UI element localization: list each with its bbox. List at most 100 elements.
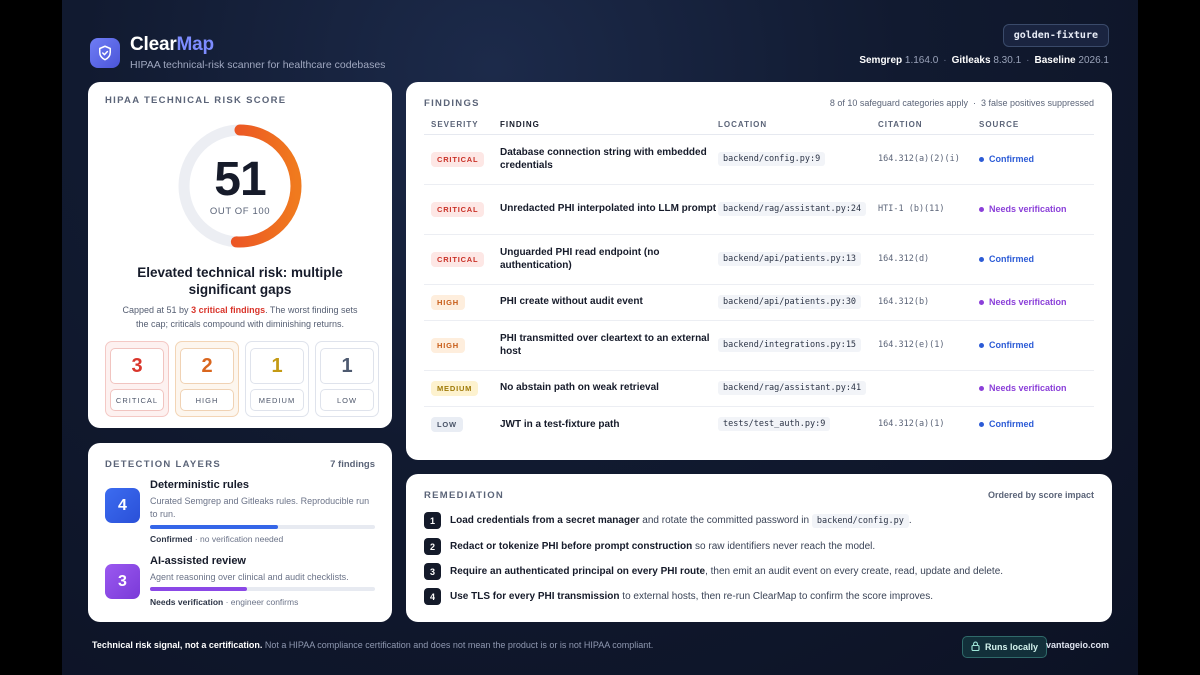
layer-ai-review: 3 AI-assisted review Agent reasoning ove… (105, 555, 375, 619)
severity-count-critical: 3 CRITICAL (105, 341, 169, 417)
finding-severity: HIGH (424, 284, 494, 321)
finding-location: backend/config.py:9 (718, 134, 878, 185)
risk-score-card: HIPAA TECHNICAL RISK SCORE 51 OUT OF 100… (88, 82, 392, 428)
remediation-order-note: Ordered by score impact (987, 490, 1094, 500)
status-dot-icon (979, 257, 984, 263)
status-dot-icon (979, 300, 984, 306)
remediation-step: 2 Redact or tokenize PHI before prompt c… (424, 538, 875, 555)
layer-title: Deterministic rules (150, 479, 250, 491)
finding-source: Needs verification (979, 284, 1094, 321)
layer-deterministic: 4 Deterministic rules Curated Semgrep an… (105, 479, 375, 549)
findings-title: FINDINGS (424, 98, 480, 109)
finding-location: tests/test_auth.py:9 (718, 406, 878, 442)
remediation-card: REMEDIATION Ordered by score impact 1 Lo… (406, 474, 1112, 622)
finding-source: Confirmed (979, 320, 1094, 371)
column-header-citation: CITATION (878, 116, 979, 135)
column-header-severity: SEVERITY (424, 116, 494, 135)
layer-title: AI-assisted review (150, 555, 246, 567)
finding-citation: 164.312(d) (878, 234, 979, 285)
finding-location: backend/rag/assistant.py:41 (718, 370, 878, 407)
finding-title: JWT in a test-fixture path (500, 418, 620, 430)
findings-card: FINDINGS 8 of 10 safeguard categories ap… (406, 82, 1112, 460)
finding-source: Confirmed (979, 406, 1094, 442)
finding-citation: 164.312(e)(1) (878, 320, 979, 371)
finding-location: backend/rag/assistant.py:24 (718, 184, 878, 235)
finding-row[interactable]: HIGH PHI create without audit event backen… (424, 284, 1094, 321)
detection-layers-title: DETECTION LAYERS (105, 459, 221, 470)
status-dot-icon (979, 422, 984, 428)
finding-source: Needs verification (979, 370, 1094, 407)
site-link[interactable]: vantageio.com (1046, 640, 1109, 650)
finding-title: No abstain path on weak retrieval (494, 370, 718, 407)
severity-count-low: 1 LOW (315, 341, 379, 417)
status-dot-icon (979, 386, 984, 392)
finding-severity: CRITICAL (424, 234, 494, 285)
finding-title: Database connection string with embedded… (494, 134, 718, 185)
column-header-source: SOURCE (979, 116, 1094, 135)
risk-score-out-of: OUT OF 100 (209, 206, 271, 217)
remediation-title: REMEDIATION (424, 490, 505, 501)
runs-locally-badge: Runs locally (962, 636, 1048, 658)
finding-source: Confirmed (979, 134, 1094, 185)
layer-count-badge: 3 (105, 564, 140, 599)
finding-row[interactable]: HIGH PHI transmitted over cleartext to an… (424, 320, 1094, 371)
finding-severity: CRITICAL (424, 134, 494, 185)
tool-versions: Semgrep 1.164.0 · Gitleaks 8.30.1 · Baseline… (859, 55, 1109, 66)
remediation-step: 4 Use TLS for every PHI transmission to … (424, 588, 933, 605)
finding-title: PHI create without audit event (494, 284, 718, 321)
finding-citation: 164.312(a)(2)(i) (878, 134, 979, 185)
detection-layers-card: DETECTION LAYERS 7 findings 4 Determinis… (88, 443, 392, 622)
finding-row[interactable]: CRITICAL Unguarded PHI read endpoint (no … (424, 234, 1094, 285)
column-header-finding: FINDING (494, 116, 718, 135)
finding-source: Confirmed (979, 234, 1094, 285)
remediation-step: 3 Require an authenticated principal on … (424, 563, 1003, 580)
finding-severity: MEDIUM (424, 370, 494, 407)
finding-severity: CRITICAL (424, 184, 494, 235)
finding-title: Unredacted PHI interpolated into LLM pro… (494, 184, 718, 235)
severity-counts: 3 CRITICAL 2 HIGH 1 MEDIUM 1 LOW (105, 341, 379, 417)
app-title: ClearMap (130, 34, 214, 55)
layer-status: Needs verification · engineer confirms (150, 597, 299, 607)
finding-row[interactable]: CRITICAL Unredacted PHI interpolated into… (424, 184, 1094, 235)
finding-row[interactable]: LOW JWT in a test-fixture path tests/test_… (424, 406, 1094, 442)
fixture-badge: golden-fixture (1002, 24, 1109, 47)
remediation-step: 1 Load credentials from a secret manager… (424, 512, 912, 529)
finding-citation: 164.312(b) (878, 284, 979, 321)
finding-row[interactable]: CRITICAL Database connection string with … (424, 134, 1094, 185)
status-dot-icon (979, 157, 984, 163)
layer-count-badge: 4 (105, 488, 140, 523)
risk-score-value: 51 (214, 153, 266, 206)
brand: ClearMap HIPAA technical-risk scanner fo… (90, 34, 385, 71)
status-dot-icon (979, 343, 984, 349)
finding-citation (878, 370, 979, 407)
finding-severity: HIGH (424, 320, 494, 371)
layer-progress-bar (150, 525, 375, 529)
risk-score-gauge: 51 OUT OF 100 (176, 122, 304, 250)
finding-location: backend/integrations.py:15 (718, 320, 878, 371)
finding-severity: LOW (424, 406, 494, 442)
column-header-location: LOCATION (718, 116, 878, 135)
findings-summary: 8 of 10 safeguard categories apply · 3 fal… (829, 98, 1094, 108)
finding-source: Needs verification (979, 184, 1094, 235)
risk-score-title: HIPAA TECHNICAL RISK SCORE (105, 95, 287, 106)
score-cap-note: Capped at 51 by 3 critical findings. The… (122, 305, 358, 329)
severity-count-high: 2 HIGH (175, 341, 239, 417)
layer-progress-bar (150, 587, 375, 591)
layer-description: Agent reasoning over clinical and audit … (150, 572, 349, 582)
layer-description: Curated Semgrep and Gitleaks rules. Repr… (150, 496, 370, 519)
status-dot-icon (979, 207, 984, 213)
finding-location: backend/api/patients.py:30 (718, 284, 878, 321)
layer-status: Confirmed · no verification needed (150, 534, 284, 544)
risk-verdict: Elevated technical risk: multiple signif… (137, 265, 343, 297)
app-subtitle: HIPAA technical-risk scanner for healthc… (130, 59, 386, 71)
findings-table: SEVERITY FINDING LOCATION CITATION SOURC… (424, 116, 1094, 442)
finding-location: backend/api/patients.py:13 (718, 234, 878, 285)
disclaimer: Technical risk signal, not a certificati… (92, 640, 654, 650)
detection-findings-count: 7 findings (330, 459, 375, 470)
finding-citation: HTI-1 (b)(11) (878, 184, 979, 235)
finding-title: Unguarded PHI read endpoint (no authenti… (494, 234, 718, 285)
finding-row[interactable]: MEDIUM No abstain path on weak retrieval b… (424, 370, 1094, 407)
finding-title: PHI transmitted over cleartext to an ext… (494, 320, 718, 371)
shield-check-icon (90, 37, 120, 68)
severity-count-medium: 1 MEDIUM (245, 341, 309, 417)
